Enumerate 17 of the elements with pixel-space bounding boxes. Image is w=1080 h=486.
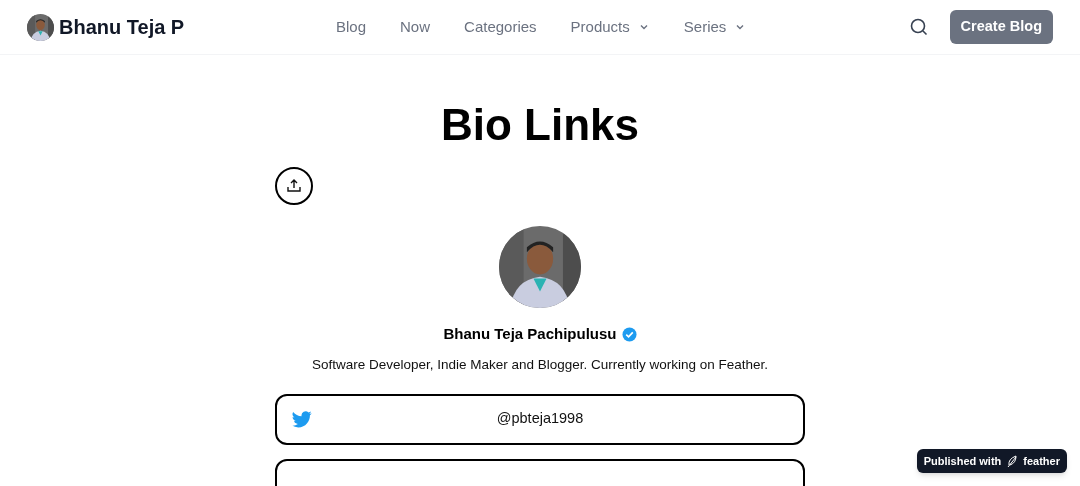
page-title: Bio Links xyxy=(441,99,639,151)
feather-icon xyxy=(1006,454,1019,468)
nav-link[interactable]: Categories xyxy=(464,15,537,39)
profile-bio: Software Developer, Indie Maker and Blogger. Currently working on Feather. xyxy=(311,355,769,374)
profile-name: Bhanu Teja Pachipulusu xyxy=(443,324,617,344)
bird-icon xyxy=(292,410,312,428)
nav-link[interactable]: Now xyxy=(400,15,431,39)
published-badge[interactable]: Published with feather xyxy=(916,449,1067,473)
site-name[interactable]: Bhanu Teja P xyxy=(59,12,185,42)
search-icon[interactable] xyxy=(909,18,928,36)
share-button[interactable] xyxy=(275,167,313,205)
nav-link[interactable]: Series xyxy=(683,15,747,39)
nav-link[interactable]: Blog xyxy=(336,15,367,39)
link-card[interactable]: @pbteja1998 xyxy=(275,393,805,445)
share-icon xyxy=(286,178,302,194)
create-blog-button[interactable]: Create Blog xyxy=(949,10,1053,44)
nav-link[interactable]: Products xyxy=(570,15,650,39)
